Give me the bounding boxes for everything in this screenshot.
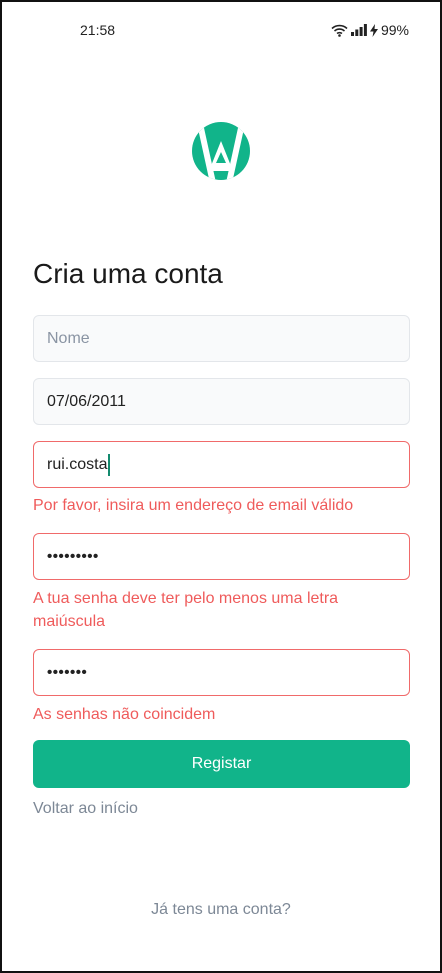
back-home-link[interactable]: Voltar ao início xyxy=(33,800,138,818)
name-placeholder: Nome xyxy=(47,329,90,347)
birthdate-input[interactable]: 07/06/2011 xyxy=(33,378,410,425)
password-input[interactable]: ••••••••• xyxy=(33,533,410,580)
confirm-password-input[interactable]: ••••••• xyxy=(33,649,410,696)
password-error: A tua senha deve ter pelo menos uma letr… xyxy=(33,590,339,630)
email-value: rui.costa xyxy=(47,455,108,473)
login-link[interactable]: Já tens uma conta? xyxy=(0,901,442,919)
register-button[interactable]: Registar xyxy=(33,740,410,788)
status-bar: 21:58 99% xyxy=(0,22,442,42)
text-caret xyxy=(108,453,111,476)
email-input[interactable]: rui.costa xyxy=(33,441,410,488)
app-logo xyxy=(192,122,250,180)
status-time: 21:58 xyxy=(80,22,116,38)
charging-icon xyxy=(369,23,378,37)
wifi-icon xyxy=(331,24,348,37)
confirm-password-value: ••••••• xyxy=(47,664,88,681)
name-input[interactable]: Nome xyxy=(33,315,410,362)
confirm-password-error: As senhas não coincidem xyxy=(33,706,216,723)
page-title: Cria uma conta xyxy=(33,258,223,289)
email-error: Por favor, insira um endereço de email v… xyxy=(33,497,354,514)
battery-level: 99% xyxy=(380,22,409,38)
birthdate-value: 07/06/2011 xyxy=(47,392,126,410)
signal-icon xyxy=(350,24,367,36)
password-value: ••••••••• xyxy=(47,548,99,565)
